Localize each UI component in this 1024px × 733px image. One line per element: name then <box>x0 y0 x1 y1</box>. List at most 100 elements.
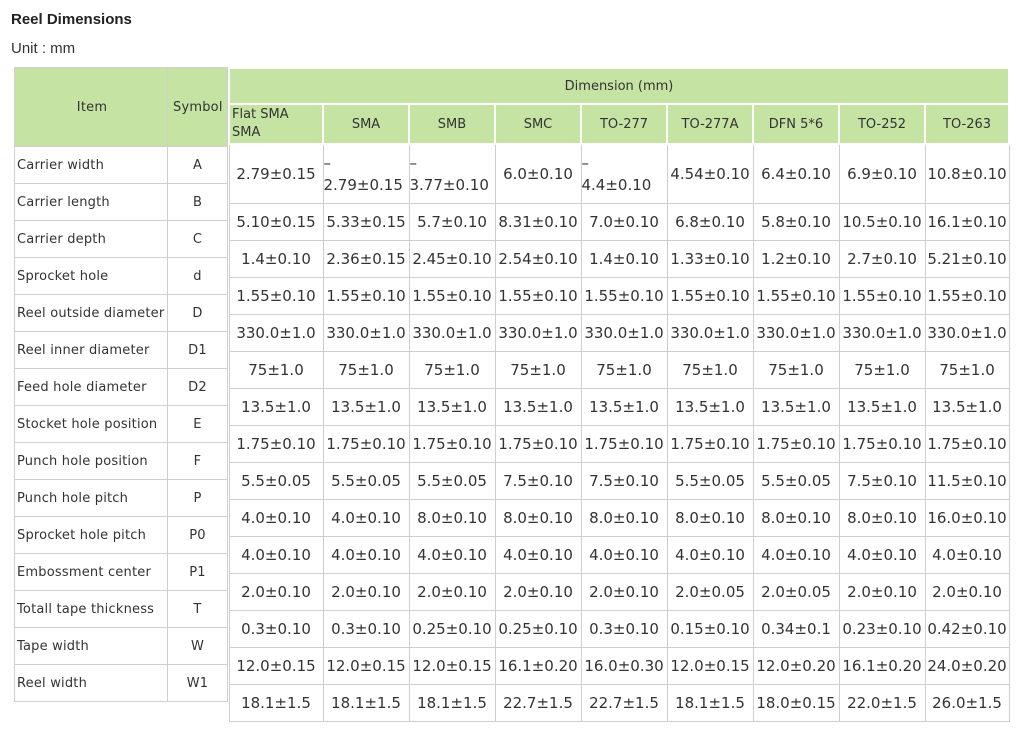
symbol-cell: D1 <box>167 331 228 369</box>
table-row: Carrier length B <box>14 183 228 221</box>
value-cell: 22.7±1.5 <box>580 684 668 722</box>
value-cell: 13.5±1.0 <box>752 388 840 426</box>
item-cell: Reel width <box>14 664 168 702</box>
value-cell: 2.79±0.15 <box>228 143 324 204</box>
value-cell: 12.0±0.15 <box>322 647 410 685</box>
value-cell: 1.75±0.10 <box>666 425 754 463</box>
symbol-cell: P1 <box>167 553 228 591</box>
value-cell: 12.0±0.15 <box>408 647 496 685</box>
value-cell: 0.3±0.10 <box>322 610 410 648</box>
value-cell: 4.0±0.10 <box>580 536 668 574</box>
package-header: Flat SMA SMA <box>228 103 324 145</box>
table-row: 5.5±0.05 5.5±0.05 5.5±0.05 7.5±0.10 7.5±0.10… <box>228 462 1010 500</box>
item-cell: Carrier width <box>14 146 168 184</box>
value-cell: 1.55±0.10 <box>580 277 668 315</box>
value-cell: 16.0±0.10 <box>924 499 1010 537</box>
value-cell: 330.0±1.0 <box>408 314 496 352</box>
value-cell: 7.5±0.10 <box>838 462 926 500</box>
value-cell: 6.9±0.10 <box>838 143 926 204</box>
value-cell: 18.1±1.5 <box>228 684 324 722</box>
value-cell: 2.0±0.10 <box>580 573 668 611</box>
value-cell: 22.7±1.5 <box>494 684 582 722</box>
value-cell: 4.0±0.10 <box>666 536 754 574</box>
table-row: Reel width W1 <box>14 664 228 702</box>
table-row: 2.79±0.15– 2.79±0.15– 3.77±0.10 6.0±0.10–… <box>228 143 1010 204</box>
value-cell: 13.5±1.0 <box>666 388 754 426</box>
value-cell: 1.55±0.10 <box>752 277 840 315</box>
value-cell: 5.8±0.10 <box>752 203 840 241</box>
value-cell: 330.0±1.0 <box>752 314 840 352</box>
value-cell: 2.0±0.10 <box>494 573 582 611</box>
value-cell: 0.25±0.10 <box>408 610 496 648</box>
value-cell: 8.0±0.10 <box>752 499 840 537</box>
value-cell: 1.4±0.10 <box>580 240 668 278</box>
symbol-cell: W <box>167 627 228 665</box>
symbol-cell: A <box>167 146 228 184</box>
value-cell: 1.55±0.10 <box>924 277 1010 315</box>
value-cell: 12.0±0.15 <box>666 647 754 685</box>
value-cell: 16.1±0.20 <box>838 647 926 685</box>
value-cell: 4.0±0.10 <box>228 536 324 574</box>
package-header: DFN 5*6 <box>752 103 840 145</box>
value-cell: 1.75±0.10 <box>494 425 582 463</box>
value-cell: 2.0±0.10 <box>228 573 324 611</box>
table-row: 18.1±1.5 18.1±1.5 18.1±1.5 22.7±1.5 22.7±1.5… <box>228 684 1010 722</box>
value-cell: 75±1.0 <box>494 351 582 389</box>
value-cell: 7.0±0.10 <box>580 203 668 241</box>
value-cell: 26.0±1.5 <box>924 684 1010 722</box>
item-cell: Sprocket hole <box>14 257 168 295</box>
value-cell: 75±1.0 <box>666 351 754 389</box>
value-cell: 13.5±1.0 <box>580 388 668 426</box>
value-cell: 0.15±0.10 <box>666 610 754 648</box>
value-cell: 2.36±0.15 <box>322 240 410 278</box>
value-cell: 0.42±0.10 <box>924 610 1010 648</box>
value-cell: 2.0±0.10 <box>838 573 926 611</box>
value-cell: – 4.4±0.10 <box>580 143 668 204</box>
value-cell: 7.5±0.10 <box>580 462 668 500</box>
symbol-cell: P <box>167 479 228 517</box>
value-cell: 7.5±0.10 <box>494 462 582 500</box>
value-cell: 18.1±1.5 <box>666 684 754 722</box>
item-cell: Stocket hole position <box>14 405 168 443</box>
package-header: SMB <box>408 103 496 145</box>
value-cell: 5.5±0.05 <box>322 462 410 500</box>
table-row: 1.4±0.10 2.36±0.15 2.45±0.10 2.54±0.10 1.4±0… <box>228 240 1010 278</box>
value-cell: 1.75±0.10 <box>838 425 926 463</box>
table-row: Totall tape thickness T <box>14 590 228 628</box>
value-cell: 4.0±0.10 <box>228 499 324 537</box>
package-header: SMC <box>494 103 582 145</box>
value-cell: 12.0±0.20 <box>752 647 840 685</box>
package-header: TO-277A <box>666 103 754 145</box>
value-cell: 4.54±0.10 <box>666 143 754 204</box>
value-cell: 1.2±0.10 <box>752 240 840 278</box>
value-cell: 1.33±0.10 <box>666 240 754 278</box>
value-cell: 13.5±1.0 <box>494 388 582 426</box>
value-cell: 75±1.0 <box>580 351 668 389</box>
item-cell: Reel outside diameter <box>14 294 168 332</box>
symbol-cell: D <box>167 294 228 332</box>
table-row: 13.5±1.0 13.5±1.0 13.5±1.0 13.5±1.0 13.5±1.0… <box>228 388 1010 426</box>
table-row: 1.55±0.10 1.55±0.10 1.55±0.10 1.55±0.10 1.55… <box>228 277 1010 315</box>
value-cell: 5.5±0.05 <box>228 462 324 500</box>
value-cell: 75±1.0 <box>322 351 410 389</box>
value-cell: 1.75±0.10 <box>322 425 410 463</box>
table-row: Tape width W <box>14 627 228 665</box>
value-cell: 13.5±1.0 <box>322 388 410 426</box>
value-cell: 0.3±0.10 <box>580 610 668 648</box>
symbol-cell: T <box>167 590 228 628</box>
table-row: 330.0±1.0 330.0±1.0 330.0±1.0 330.0±1.0 330.… <box>228 314 1010 352</box>
value-cell: 1.4±0.10 <box>228 240 324 278</box>
value-cell: 24.0±0.20 <box>924 647 1010 685</box>
value-cell: 0.3±0.10 <box>228 610 324 648</box>
value-cell: – 2.79±0.15 <box>322 143 410 204</box>
value-cell: 75±1.0 <box>408 351 496 389</box>
value-cell: 1.55±0.10 <box>838 277 926 315</box>
value-cell: 6.0±0.10 <box>494 143 582 204</box>
value-cell: 8.0±0.10 <box>494 499 582 537</box>
value-cell: 0.34±0.1 <box>752 610 840 648</box>
value-cell: 8.0±0.10 <box>838 499 926 537</box>
value-cell: 5.7±0.10 <box>408 203 496 241</box>
table-row: Embossment center P1 <box>14 553 228 591</box>
table-row: 12.0±0.15 12.0±0.15 12.0±0.15 16.1±0.20 16.0… <box>228 647 1010 685</box>
symbol-cell: C <box>167 220 228 258</box>
